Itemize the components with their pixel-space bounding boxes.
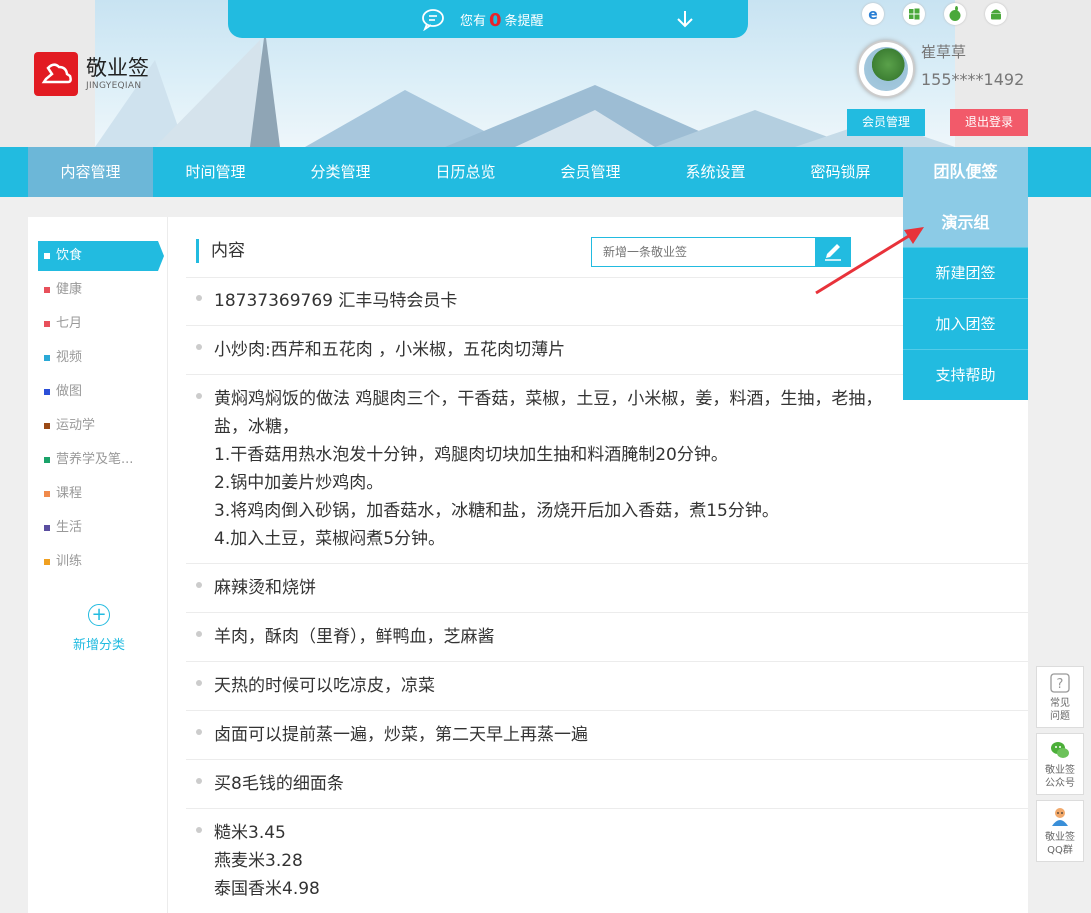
svg-text:e: e — [868, 7, 878, 23]
note-item[interactable]: 天热的时候可以吃凉皮，凉菜 — [186, 662, 1028, 711]
note-item[interactable]: 买8毛钱的细面条 — [186, 760, 1028, 809]
bullet-dot — [196, 778, 202, 784]
nav-team[interactable]: 团队便签 — [903, 147, 1028, 197]
bullet-dot — [196, 393, 202, 399]
note-text: 天热的时候可以吃凉皮，凉菜 — [214, 676, 435, 696]
reminder-count: 0 — [489, 10, 502, 31]
category-sidebar: 饮食 健康 七月 视频 做图 运动学 营养学及笔... 课程 生活 训练 + 新… — [28, 217, 168, 913]
nav-content[interactable]: 内容管理 — [28, 147, 153, 197]
note-item[interactable]: 卤面可以提前蒸一遍，炒菜，第二天早上再蒸一遍 — [186, 711, 1028, 760]
content-title: 内容 — [196, 239, 245, 263]
windows-icon[interactable] — [903, 3, 925, 25]
category-item[interactable]: 七月 — [38, 309, 158, 339]
category-item[interactable]: 视频 — [38, 343, 158, 373]
note-text: 18737369769 汇丰马特会员卡 — [214, 291, 458, 311]
bullet-dot — [196, 827, 202, 833]
note-item[interactable]: 黄焖鸡焖饭的做法 鸡腿肉三个，干香菇，菜椒，土豆，小米椒，姜，料酒，生抽，老抽，… — [186, 375, 1028, 564]
bullet-dot — [196, 344, 202, 350]
note-text: 4.加入土豆，菜椒闷煮5分钟。 — [214, 529, 446, 549]
bullet-dot — [196, 680, 202, 686]
bullet-dot — [196, 631, 202, 637]
note-text: 麻辣烫和烧饼 — [214, 578, 316, 598]
svg-text:?: ? — [1057, 677, 1064, 692]
note-text: 小炒肉:西芹和五花肉 ，小米椒，五花肉切薄片 — [214, 340, 566, 360]
cloud-logo-icon — [34, 52, 78, 96]
note-text: 黄焖鸡焖饭的做法 鸡腿肉三个，干香菇，菜椒，土豆，小米椒，姜，料酒，生抽，老抽， — [214, 389, 883, 409]
apple-icon[interactable] — [944, 3, 966, 25]
question-icon: ? — [1050, 673, 1070, 693]
header: 您有 0 条提醒 敬业签 JINGYEQIAN e 崔草草 155****1492 … — [0, 0, 1091, 147]
arrow-down-icon[interactable] — [675, 9, 695, 29]
nav-lockscreen[interactable]: 密码锁屏 — [778, 147, 903, 197]
annotation-arrow — [815, 227, 924, 295]
note-text: 泰国香米4.98 — [214, 879, 320, 899]
faq-button[interactable]: ? 常见 问题 — [1036, 666, 1084, 728]
note-text: 糙米3.45 — [214, 823, 286, 843]
category-item[interactable]: 运动学 — [38, 411, 158, 441]
avatar[interactable] — [857, 40, 915, 98]
team-help[interactable]: 支持帮助 — [903, 349, 1028, 400]
note-item[interactable]: 麻辣烫和烧饼 — [186, 564, 1028, 613]
nav-member[interactable]: 会员管理 — [528, 147, 653, 197]
reminder-bar[interactable]: 您有 0 条提醒 — [228, 0, 748, 38]
user-name: 崔草草 — [921, 43, 967, 61]
member-management-button[interactable]: 会员管理 — [847, 109, 925, 136]
nav-calendar[interactable]: 日历总览 — [403, 147, 528, 197]
note-text: 燕麦米3.28 — [214, 851, 303, 871]
note-text: 卤面可以提前蒸一遍，炒菜，第二天早上再蒸一遍 — [214, 725, 588, 745]
platform-links: e — [862, 3, 1012, 27]
note-item[interactable]: 糙米3.45 燕麦米3.28 泰国香米4.98 — [186, 809, 1028, 913]
note-text: 买8毛钱的细面条 — [214, 774, 344, 794]
bullet-dot — [196, 295, 202, 301]
main-panel: 饮食 健康 七月 视频 做图 运动学 营养学及笔... 课程 生活 训练 + 新… — [28, 217, 1028, 913]
note-text: 羊肉，酥肉（里脊），鲜鸭血，芝麻酱 — [214, 627, 495, 647]
ie-icon[interactable]: e — [862, 3, 884, 25]
note-text: 2.锅中加姜片炒鸡肉。 — [214, 473, 384, 493]
wechat-icon — [1051, 742, 1069, 758]
nav-settings[interactable]: 系统设置 — [653, 147, 778, 197]
wechat-button[interactable]: 敬业签 公众号 — [1036, 733, 1084, 795]
team-join[interactable]: 加入团签 — [903, 298, 1028, 349]
category-item[interactable]: 做图 — [38, 377, 158, 407]
category-item[interactable]: 生活 — [38, 513, 158, 543]
note-item[interactable]: 小炒肉:西芹和五花肉 ，小米椒，五花肉切薄片 — [186, 326, 1028, 375]
bullet-dot — [196, 582, 202, 588]
logo-subtitle: JINGYEQIAN — [86, 81, 142, 91]
category-item[interactable]: 饮食 — [38, 241, 164, 271]
reminder-text: 您有 0 条提醒 — [460, 10, 544, 31]
nav-category[interactable]: 分类管理 — [278, 147, 403, 197]
qq-group-button[interactable]: 敬业签 QQ群 — [1036, 800, 1084, 862]
qq-group-icon — [1052, 808, 1068, 826]
note-text: 盐，冰糖， — [214, 417, 299, 437]
bullet-dot — [196, 729, 202, 735]
chat-icon — [422, 9, 444, 31]
add-category-button[interactable]: + 新增分类 — [69, 604, 129, 653]
nav-time[interactable]: 时间管理 — [153, 147, 278, 197]
main-nav: 内容管理 时间管理 分类管理 日历总览 会员管理 系统设置 密码锁屏 团队便签 — [0, 147, 1091, 197]
note-text: 3.将鸡肉倒入砂锅，加香菇水，冰糖和盐，汤烧开后加入香菇，煮15分钟。 — [214, 501, 779, 521]
note-item[interactable]: 羊肉，酥肉（里脊），鲜鸭血，芝麻酱 — [186, 613, 1028, 662]
logo[interactable]: 敬业签 JINGYEQIAN — [34, 52, 154, 98]
category-item[interactable]: 营养学及笔... — [38, 445, 158, 475]
android-icon[interactable] — [985, 3, 1007, 25]
logo-name: 敬业签 — [86, 56, 149, 80]
note-text: 1.干香菇用热水泡发十分钟，鸡腿肉切块加生抽和料酒腌制20分钟。 — [214, 445, 728, 465]
category-item[interactable]: 课程 — [38, 479, 158, 509]
category-item[interactable]: 健康 — [38, 275, 158, 305]
category-item[interactable]: 训练 — [38, 547, 158, 577]
plus-icon: + — [88, 604, 110, 626]
user-phone: 155****1492 — [921, 70, 1025, 89]
logout-button[interactable]: 退出登录 — [950, 109, 1028, 136]
